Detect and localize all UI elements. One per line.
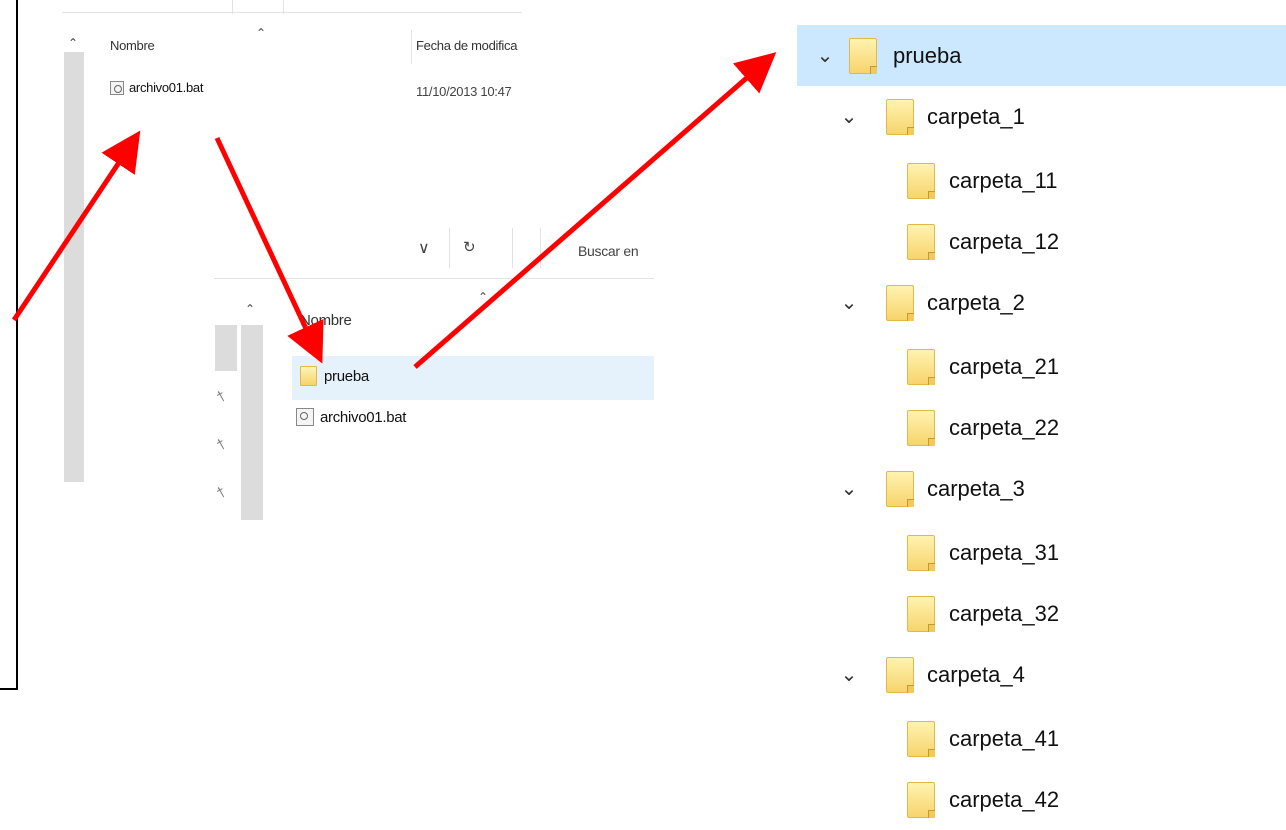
column-header-name[interactable]: Nombre [300,312,352,329]
tree-item-label: carpeta_22 [949,414,1060,440]
tree-item-carpeta-2[interactable]: ⌄ carpeta_2 [797,272,1286,333]
tree-item-label: carpeta_42 [949,786,1060,812]
folder-icon [886,470,914,507]
folder-icon [907,348,935,385]
item-name: prueba [324,367,369,385]
list-item[interactable]: archivo01.bat [296,408,406,426]
folder-icon [907,781,935,818]
scroll-up-icon[interactable]: ⌃ [245,302,255,316]
file-row[interactable]: archivo01.bat [110,80,203,95]
tree-item-label: prueba [893,42,962,68]
search-box-edge [540,228,541,268]
nav-scrollbar-track[interactable] [241,325,263,520]
scroll-up-icon[interactable]: ⌃ [68,36,78,50]
chevron-down-icon[interactable]: ⌄ [839,104,859,129]
folder-icon [907,162,935,199]
pin-icon[interactable]: † [214,483,229,501]
tree-item-label: carpeta_21 [949,353,1060,379]
tree-item-prueba[interactable]: ⌄ prueba [797,25,1286,86]
tree-item-label: carpeta_2 [927,289,1025,315]
chevron-down-icon[interactable]: ⌄ [839,290,859,315]
bat-file-icon [296,408,314,426]
tree-item-label: carpeta_12 [949,228,1060,254]
refresh-icon[interactable]: ↻ [463,238,476,256]
folder-icon [886,656,914,693]
folder-icon [300,366,317,386]
folder-icon [907,534,935,571]
search-input[interactable]: Buscar en [578,243,639,259]
tree-item-carpeta-4[interactable]: ⌄ carpeta_4 [797,644,1286,705]
folder-icon [886,284,914,321]
tree-item-carpeta-22[interactable]: carpeta_22 [797,397,1286,458]
screenshot-frame [0,0,18,690]
sort-up-icon: ⌃ [256,26,267,40]
tree-item-label: carpeta_31 [949,539,1060,565]
tree-item-carpeta-42[interactable]: carpeta_42 [797,769,1286,830]
folder-icon [849,37,877,74]
column-header-date[interactable]: Fecha de modifica [416,38,536,53]
chevron-down-icon[interactable]: ⌄ [815,43,835,68]
tree-item-label: carpeta_4 [927,661,1025,687]
chevron-down-icon[interactable]: ⌄ [839,662,859,687]
pin-icon[interactable]: † [214,435,229,453]
folder-icon [886,98,914,135]
tree-item-carpeta-11[interactable]: carpeta_11 [797,150,1286,211]
tree-item-carpeta-1[interactable]: ⌄ carpeta_1 [797,86,1286,147]
folder-icon [907,595,935,632]
nav-scroll-thumb[interactable] [215,325,237,371]
toolbar-separator [283,0,284,14]
tree-item-carpeta-31[interactable]: carpeta_31 [797,522,1286,583]
tree-item-label: carpeta_32 [949,600,1060,626]
list-item[interactable]: prueba [300,366,369,386]
folder-icon [907,409,935,446]
file-name: archivo01.bat [129,80,204,95]
tree-item-label: carpeta_11 [949,167,1058,193]
folder-icon [907,223,935,260]
pin-icon[interactable]: † [214,387,229,405]
arrow-to-folder-tree [413,52,777,369]
tree-item-carpeta-3[interactable]: ⌄ carpeta_3 [797,458,1286,519]
tree-item-label: carpeta_3 [927,475,1025,501]
column-divider[interactable] [411,30,412,64]
chevron-down-icon[interactable]: ⌄ [839,476,859,501]
folder-icon [907,720,935,757]
tree-item-carpeta-41[interactable]: carpeta_41 [797,708,1286,769]
tree-item-carpeta-21[interactable]: carpeta_21 [797,336,1286,397]
toolbar-separator [449,228,450,268]
toolbar-divider [62,12,522,13]
tree-item-carpeta-12[interactable]: carpeta_12 [797,211,1286,272]
dropdown-chevron-icon[interactable]: ∨ [418,238,430,258]
tree-item-label: carpeta_1 [927,103,1025,129]
sort-up-icon: ⌃ [478,290,489,304]
toolbar-separator [512,228,513,268]
tree-item-carpeta-32[interactable]: carpeta_32 [797,583,1286,644]
bat-file-icon [110,80,124,95]
toolbar-bottom-divider [214,278,654,279]
item-name: archivo01.bat [320,408,407,426]
column-header-name[interactable]: Nombre [110,38,155,53]
tree-item-label: carpeta_41 [949,725,1060,751]
toolbar-separator [232,0,233,14]
file-date: 11/10/2013 10:47 [416,84,512,99]
left-scrollbar-track[interactable] [64,52,84,482]
